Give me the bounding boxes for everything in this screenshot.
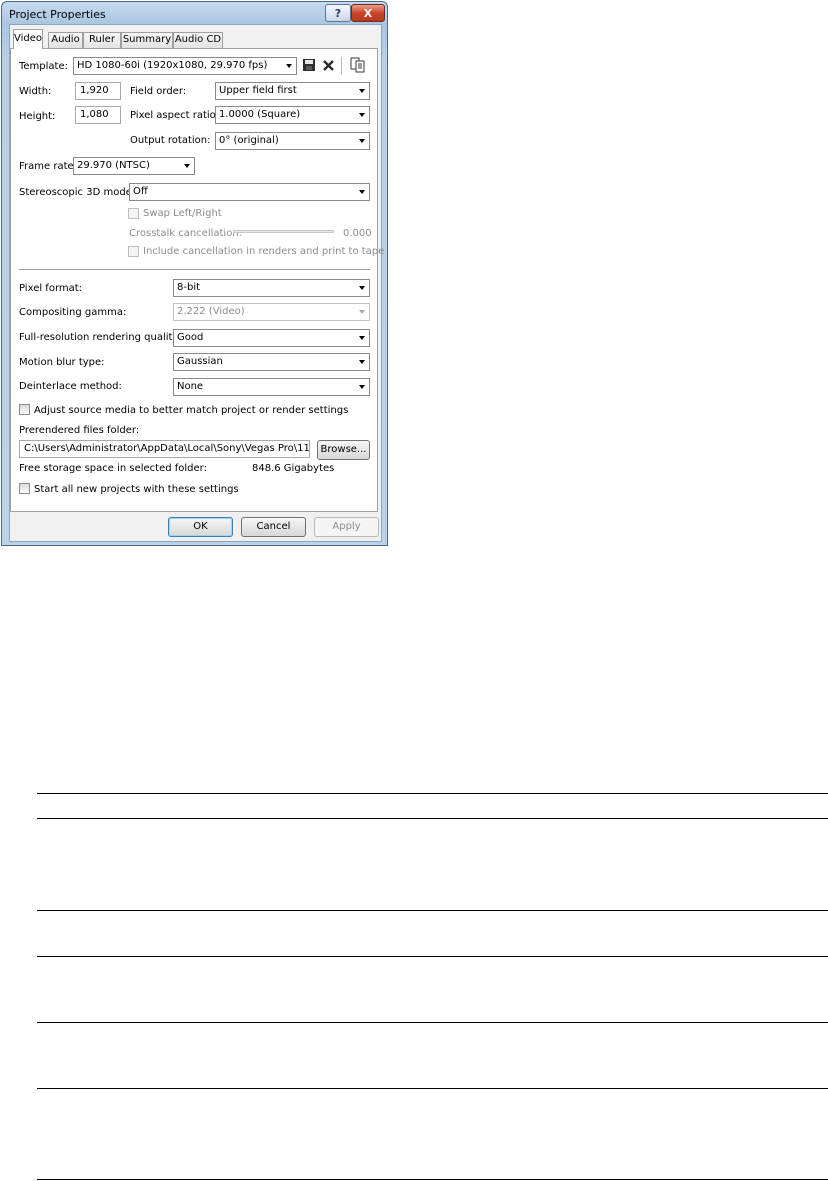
quality-value: Good [177, 332, 204, 343]
frame-rate-dropdown[interactable]: 29.970 (NTSC) [73, 157, 195, 175]
deinterlace-dropdown[interactable]: None [173, 378, 370, 396]
chevron-down-icon [359, 113, 365, 117]
template-label: Template: [19, 61, 68, 72]
adjust-source-label: Adjust source media to better match proj… [34, 405, 349, 416]
chevron-down-icon [184, 164, 190, 168]
ok-button[interactable]: OK [168, 517, 233, 537]
prerender-folder-field[interactable]: C:\Users\Administrator\AppData\Local\Son… [19, 440, 310, 458]
pixel-aspect-label: Pixel aspect ratio: [130, 110, 220, 121]
toolbar-divider [341, 57, 342, 74]
help-button[interactable]: ? [325, 4, 351, 22]
motion-blur-label: Motion blur type: [19, 357, 105, 368]
start-all-label: Start all new projects with these settin… [34, 484, 239, 495]
chevron-down-icon [359, 360, 365, 364]
field-order-value: Upper field first [219, 85, 297, 96]
include-cancellation-checkbox[interactable] [128, 246, 139, 257]
include-cancellation-label: Include cancellation in renders and prin… [143, 246, 385, 257]
pixel-aspect-dropdown[interactable]: 1.0000 (Square) [215, 106, 370, 124]
prerender-folder-label: Prerendered files folder: [19, 425, 140, 436]
close-button[interactable]: X [351, 4, 385, 22]
section-divider [19, 269, 370, 270]
table-rule [37, 818, 828, 819]
chevron-down-icon [359, 310, 365, 314]
quality-label: Full-resolution rendering quality: [19, 332, 182, 343]
free-space-label: Free storage space in selected folder: [19, 463, 207, 474]
motion-blur-value: Gaussian [177, 356, 223, 367]
template-value: HD 1080-60i (1920x1080, 29.970 fps) [77, 60, 268, 71]
window-title: Project Properties [9, 8, 106, 21]
template-dropdown[interactable]: HD 1080-60i (1920x1080, 29.970 fps) [73, 57, 297, 75]
table-rule [37, 793, 828, 794]
pixel-format-dropdown[interactable]: 8-bit [173, 279, 370, 297]
width-field[interactable]: 1,920 [75, 82, 121, 100]
table-rule [37, 910, 828, 911]
gamma-dropdown[interactable]: 2.222 (Video) [173, 303, 370, 321]
deinterlace-label: Deinterlace method: [19, 381, 122, 392]
field-order-dropdown[interactable]: Upper field first [215, 82, 370, 100]
swap-label: Swap Left/Right [143, 208, 222, 219]
gamma-label: Compositing gamma: [19, 307, 127, 318]
width-label: Width: [19, 86, 52, 97]
chevron-down-icon [286, 64, 292, 68]
stereo-label: Stereoscopic 3D mode: [19, 187, 136, 198]
tab-ruler[interactable]: Ruler [83, 32, 121, 48]
swap-checkbox[interactable] [128, 208, 139, 219]
quality-dropdown[interactable]: Good [173, 329, 370, 347]
output-rotation-label: Output rotation: [130, 135, 211, 146]
pixel-aspect-value: 1.0000 (Square) [219, 109, 301, 120]
crosstalk-value: 0.000 [343, 228, 372, 239]
apply-button[interactable]: Apply [314, 517, 379, 537]
tab-audio[interactable]: Audio [48, 32, 83, 48]
free-space-value: 848.6 Gigabytes [252, 463, 335, 474]
frame-rate-label: Frame rate: [19, 161, 78, 172]
stereo-value: Off [133, 186, 148, 197]
crosstalk-label: Crosstalk cancellation: [129, 228, 243, 239]
output-rotation-dropdown[interactable]: 0° (original) [215, 132, 370, 150]
pixel-format-label: Pixel format: [19, 283, 83, 294]
table-rule [37, 956, 828, 957]
height-field[interactable]: 1,080 [75, 106, 121, 124]
tab-summary[interactable]: Summary [121, 32, 173, 48]
frame-rate-value: 29.970 (NTSC) [77, 160, 150, 171]
delete-icon[interactable] [322, 59, 335, 72]
gamma-value: 2.222 (Video) [177, 306, 245, 317]
chevron-down-icon [359, 89, 365, 93]
match-media-icon[interactable] [350, 57, 365, 73]
save-icon[interactable] [302, 58, 316, 72]
chevron-down-icon [359, 286, 365, 290]
pixel-format-value: 8-bit [177, 282, 201, 293]
stereo-dropdown[interactable]: Off [129, 183, 370, 201]
adjust-source-checkbox[interactable] [19, 404, 30, 415]
browse-button[interactable]: Browse... [317, 440, 370, 460]
chevron-down-icon [359, 385, 365, 389]
table-rule [37, 1022, 828, 1023]
field-order-label: Field order: [130, 86, 187, 97]
tab-video[interactable]: Video [13, 29, 43, 49]
table-rule [37, 1088, 828, 1089]
chevron-down-icon [359, 336, 365, 340]
output-rotation-value: 0° (original) [219, 135, 279, 146]
start-all-checkbox[interactable] [19, 483, 30, 494]
deinterlace-value: None [177, 381, 204, 392]
height-label: Height: [19, 111, 56, 122]
chevron-down-icon [359, 139, 365, 143]
tab-audio-cd[interactable]: Audio CD [173, 32, 223, 48]
crosstalk-slider[interactable] [233, 230, 334, 233]
cancel-button[interactable]: Cancel [241, 517, 306, 537]
motion-blur-dropdown[interactable]: Gaussian [173, 353, 370, 371]
table-rule [37, 1179, 828, 1180]
chevron-down-icon [359, 190, 365, 194]
